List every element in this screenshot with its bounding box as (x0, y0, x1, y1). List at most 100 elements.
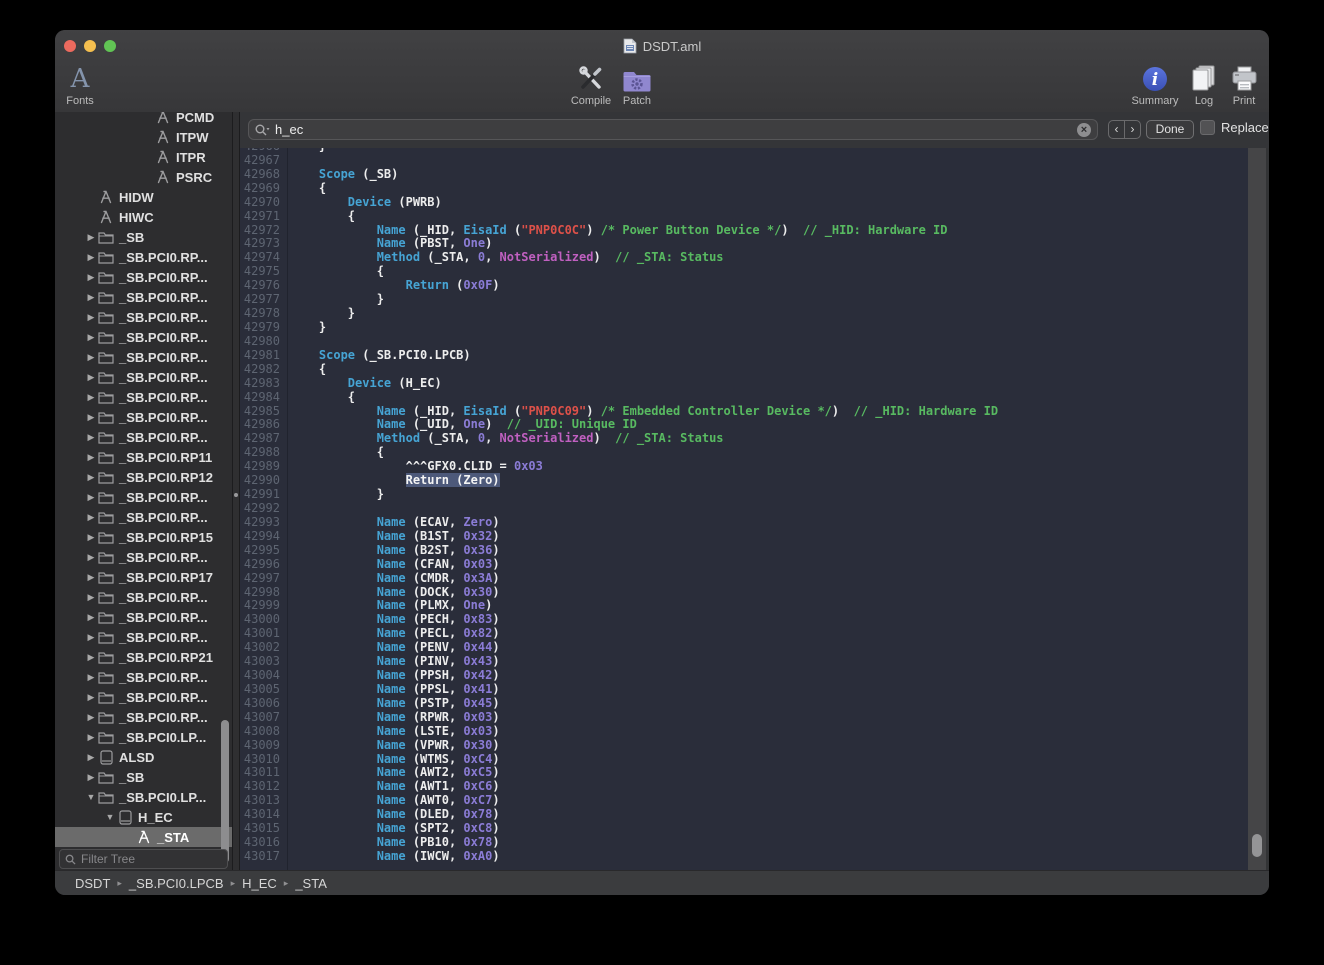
breadcrumb-item[interactable]: _SB.PCI0.LPCB (129, 876, 224, 891)
disclosure-collapsed-icon[interactable]: ▶ (84, 752, 98, 763)
disclosure-collapsed-icon[interactable]: ▶ (84, 272, 98, 283)
tree-item--sb-pci0-rp-[interactable]: ▶_SB.PCI0.RP... (55, 707, 232, 727)
tree-item--sb-pci0-rp-[interactable]: ▶ _SB.PCI0.RP... (55, 327, 232, 347)
print-button[interactable]: Print (1212, 64, 1269, 107)
tree-item-label: _SB.PCI0.RP15 (119, 530, 213, 545)
tree-item-itpw[interactable]: ITPW (55, 127, 232, 147)
close-window-button[interactable] (64, 40, 76, 52)
tree-item--sb-pci0-rp-[interactable]: ▶_SB.PCI0.RP... (55, 287, 232, 307)
tree-item-alsd[interactable]: ▶ALSD (55, 747, 232, 767)
tree-item--sb-pci0-lp-[interactable]: ▶_SB.PCI0.LP... (55, 727, 232, 747)
tree-item--sb-pci0-rp-[interactable]: ▶_SB.PCI0.RP... (55, 607, 232, 627)
disclosure-collapsed-icon[interactable]: ▶ (84, 692, 98, 703)
filter-tree-field[interactable]: Filter Tree (59, 849, 228, 869)
disclosure-collapsed-icon[interactable]: ▶ (84, 332, 98, 343)
disclosure-expanded-icon[interactable]: ▼ (84, 792, 98, 802)
tree-item--sb-pci0-rp12[interactable]: ▶_SB.PCI0.RP12 (55, 467, 232, 487)
tree-item--sb-pci0-rp21[interactable]: ▶_SB.PCI0.RP21 (55, 647, 232, 667)
tree-item--sb-pci0-rp17[interactable]: ▶_SB.PCI0.RP17 (55, 567, 232, 587)
tree-item-hiwc[interactable]: HIWC (55, 207, 232, 227)
tree-item--sb-pci0-rp-[interactable]: ▶_SB.PCI0.RP... (55, 407, 232, 427)
code-editor[interactable]: 42966 }42967 42968 Scope (_SB)42969 {429… (240, 148, 1248, 870)
tree-item--sb-pci0-rp-[interactable]: ▶_SB.PCI0.RP... (55, 627, 232, 647)
disclosure-collapsed-icon[interactable]: ▶ (84, 532, 98, 543)
disclosure-collapsed-icon[interactable]: ▶ (84, 652, 98, 663)
window-chrome: DSDT.aml A Fonts Compile (55, 30, 1269, 113)
disclosure-collapsed-icon[interactable]: ▶ (84, 492, 98, 503)
replace-checkbox[interactable] (1200, 120, 1215, 135)
code-line: 42990 Return (Zero) (240, 474, 1248, 488)
editor-scrollbar-track[interactable] (1248, 148, 1266, 870)
disclosure-collapsed-icon[interactable]: ▶ (84, 632, 98, 643)
find-previous-button[interactable]: ‹ (1109, 121, 1124, 138)
disclosure-collapsed-icon[interactable]: ▶ (84, 672, 98, 683)
sidebar-scrollbar-thumb[interactable] (221, 720, 229, 863)
tree-item--sb-pci0-rp-[interactable]: ▶_SB.PCI0.RP... (55, 347, 232, 367)
breadcrumb-item[interactable]: H_EC (242, 876, 277, 891)
disclosure-collapsed-icon[interactable]: ▶ (84, 772, 98, 783)
disclosure-collapsed-icon[interactable]: ▶ (84, 512, 98, 523)
tree-item--sb-pci0-rp-[interactable]: ▶_SB.PCI0.RP... (55, 387, 232, 407)
disclosure-collapsed-icon[interactable]: ▶ (84, 432, 98, 443)
tree-item-h-ec[interactable]: ▼H_EC (55, 807, 232, 827)
disclosure-collapsed-icon[interactable]: ▶ (84, 292, 98, 303)
disclosure-collapsed-icon[interactable]: ▶ (84, 452, 98, 463)
tree-item--sta[interactable]: _STA (55, 827, 232, 847)
tree-item-pcmd[interactable]: PCMD (55, 112, 232, 127)
done-button[interactable]: Done (1146, 120, 1194, 139)
disclosure-expanded-icon[interactable]: ▼ (103, 812, 117, 822)
tree-item--sb-pci0-rp-[interactable]: ▶_SB.PCI0.RP... (55, 687, 232, 707)
disclosure-collapsed-icon[interactable]: ▶ (84, 392, 98, 403)
tree-item--sb-pci0-rp-[interactable]: ▶_SB.PCI0.RP... (55, 547, 232, 567)
fonts-button[interactable]: A Fonts (55, 64, 112, 107)
tree-item--sb-pci0-rp-[interactable]: ▶_SB.PCI0.RP... (55, 427, 232, 447)
tree-item--sb[interactable]: ▶_SB (55, 227, 232, 247)
zoom-window-button[interactable] (104, 40, 116, 52)
tree-item-hidw[interactable]: HIDW (55, 187, 232, 207)
tree-item--sb-pci0-rp-[interactable]: ▶_SB.PCI0.RP... (55, 267, 232, 287)
folder-icon (98, 291, 114, 304)
disclosure-collapsed-icon[interactable]: ▶ (84, 472, 98, 483)
disclosure-collapsed-icon[interactable]: ▶ (84, 232, 98, 243)
tree-item--sb-pci0-rp-[interactable]: ▶_SB.PCI0.RP... (55, 367, 232, 387)
tree-item--sb-pci0-rp-[interactable]: ▶_SB.PCI0.RP... (55, 507, 232, 527)
search-field[interactable]: h_ec × (248, 119, 1098, 140)
disclosure-collapsed-icon[interactable]: ▶ (84, 372, 98, 383)
disclosure-collapsed-icon[interactable]: ▶ (84, 352, 98, 363)
tree-item--sb-pci0-rp-[interactable]: ▶_SB.PCI0.RP... (55, 247, 232, 267)
disclosure-collapsed-icon[interactable]: ▶ (84, 712, 98, 723)
disclosure-collapsed-icon[interactable]: ▶ (84, 732, 98, 743)
disclosure-collapsed-icon[interactable]: ▶ (84, 612, 98, 623)
tree-item--sb-pci0-lp-[interactable]: ▼_SB.PCI0.LP... (55, 787, 232, 807)
code-line: 42981 Scope (_SB.PCI0.LPCB) (240, 349, 1248, 363)
disclosure-collapsed-icon[interactable]: ▶ (84, 552, 98, 563)
split-divider[interactable] (232, 112, 240, 870)
tree-item--sb-pci0-rp11[interactable]: ▶_SB.PCI0.RP11 (55, 447, 232, 467)
minimize-window-button[interactable] (84, 40, 96, 52)
editor-scrollbar-thumb[interactable] (1252, 834, 1262, 857)
tree-item-psrc[interactable]: PSRC (55, 167, 232, 187)
clear-search-button[interactable]: × (1077, 123, 1091, 137)
tree-item-label: _SB.PCI0.RP... (119, 330, 208, 345)
code-line: 42982 { (240, 363, 1248, 377)
folder-icon (98, 491, 114, 504)
split-divider-handle[interactable] (234, 493, 238, 497)
disclosure-collapsed-icon[interactable]: ▶ (84, 572, 98, 583)
breadcrumb-item[interactable]: _STA (295, 876, 327, 891)
disclosure-collapsed-icon[interactable]: ▶ (84, 252, 98, 263)
breadcrumb-item[interactable]: DSDT (75, 876, 110, 891)
tree-item--sb-pci0-rp15[interactable]: ▶ _SB.PCI0.RP15 (55, 527, 232, 547)
tree-item--sb-pci0-rp-[interactable]: ▶_SB.PCI0.RP... (55, 587, 232, 607)
disclosure-collapsed-icon[interactable]: ▶ (84, 592, 98, 603)
tree-item--sb-pci0-rp-[interactable]: ▶_SB.PCI0.RP... (55, 487, 232, 507)
folder-icon (98, 571, 114, 584)
patch-button[interactable]: Patch (605, 64, 669, 107)
tree-item-itpr[interactable]: ITPR (55, 147, 232, 167)
tree-item--sb[interactable]: ▶_SB (55, 767, 232, 787)
tree-item--sb-pci0-rp-[interactable]: ▶_SB.PCI0.RP... (55, 667, 232, 687)
tree-item--sb-pci0-rp-[interactable]: ▶_SB.PCI0.RP... (55, 307, 232, 327)
code-line: 42999 Name (PLMX, One) (240, 599, 1248, 613)
disclosure-collapsed-icon[interactable]: ▶ (84, 412, 98, 423)
disclosure-collapsed-icon[interactable]: ▶ (84, 312, 98, 323)
find-next-button[interactable]: › (1124, 121, 1140, 138)
